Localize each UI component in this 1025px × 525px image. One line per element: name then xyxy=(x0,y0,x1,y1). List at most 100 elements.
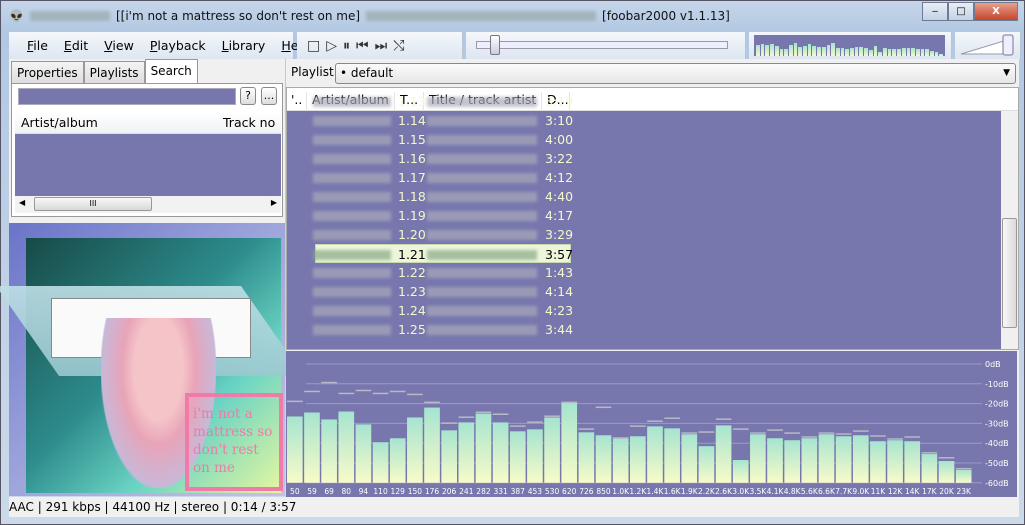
blurred-artist xyxy=(313,306,391,316)
blurred-artist xyxy=(313,173,391,183)
peak-marker xyxy=(338,392,355,395)
mini-spectrum-bar xyxy=(784,48,788,56)
maximize-button[interactable]: □ xyxy=(948,2,974,21)
menu-view[interactable]: View xyxy=(96,38,142,53)
y-tick-label: -60dB xyxy=(985,479,1009,488)
mini-spectrum-bar xyxy=(817,47,821,56)
close-button[interactable]: X xyxy=(974,2,1018,21)
x-tick-label: 12K xyxy=(888,487,904,496)
mini-spectrum-bar xyxy=(845,48,850,56)
column-track-no[interactable]: Track no xyxy=(223,115,275,130)
vertical-scrollbar[interactable] xyxy=(1001,111,1018,349)
app-window: 👽 [[i'm not a mattress so don't rest on … xyxy=(0,0,1025,525)
spectrum-bar xyxy=(407,417,423,483)
next-icon[interactable]: ⏭ xyxy=(375,38,388,54)
random-icon[interactable]: ⤭ xyxy=(393,38,404,54)
seek-bar[interactable] xyxy=(476,41,728,49)
x-tick-label: 11K xyxy=(871,487,887,496)
tab-properties[interactable]: Properties xyxy=(11,61,84,84)
blurred-title xyxy=(427,287,537,297)
blurred-artist xyxy=(313,268,391,278)
scroll-thumb[interactable] xyxy=(1002,218,1017,328)
x-tick-label: 530 xyxy=(545,487,560,496)
playlist-row[interactable]: 1.15 4:00 xyxy=(287,130,1000,149)
playlist-row[interactable]: 1.13 3:19 xyxy=(287,92,1000,111)
scroll-right-icon[interactable]: ▶ xyxy=(271,198,277,207)
x-tick-label: 620 xyxy=(562,487,577,496)
results-list[interactable] xyxy=(15,134,281,196)
menu-edit[interactable]: Edit xyxy=(56,38,96,53)
menu-playback[interactable]: Playback xyxy=(142,38,214,53)
track-number: 1.25 xyxy=(398,322,426,337)
stop-icon[interactable]: □ xyxy=(307,38,320,54)
mini-spectrum-bar xyxy=(840,48,845,56)
scroll-left-icon[interactable]: ◀ xyxy=(19,198,25,207)
previous-icon[interactable]: ⏮ xyxy=(356,38,369,54)
x-tick-label: 1.9K xyxy=(681,487,699,496)
x-tick-label: 726 xyxy=(579,487,594,496)
track-duration: 3:57 xyxy=(545,247,574,262)
track-duration: 4:40 xyxy=(545,189,574,204)
peak-marker xyxy=(818,432,835,434)
y-tick-label: -40dB xyxy=(985,439,1009,448)
playlist-row-playing[interactable]: 1.21 3:57 xyxy=(313,244,574,263)
mini-spectrum-bar xyxy=(812,45,817,56)
peak-marker xyxy=(321,381,337,384)
play-icon[interactable]: ▷ xyxy=(326,38,337,54)
minimize-button[interactable]: ‒ xyxy=(922,2,948,21)
playlist-row[interactable]: 1.22 1:43 xyxy=(287,263,1000,282)
spectrum-bar xyxy=(612,438,629,483)
volume-slider[interactable] xyxy=(955,32,1021,59)
peak-marker xyxy=(664,417,680,419)
track-number: 1.13 xyxy=(398,94,426,109)
playlist-row[interactable]: 1.14 3:10 xyxy=(287,111,1000,130)
spectrum-analyzer: 0dB -10dB -20dB -30dB -40dB -50dB -60dB 50 59 69 8… xyxy=(286,351,1017,497)
results-header: Artist/album Track no xyxy=(15,112,281,134)
volume-handle[interactable] xyxy=(1002,34,1014,56)
playback-controls: □ ▷ ⏸ ⏮ ⏭ ⤭ xyxy=(297,32,463,59)
search-input[interactable] xyxy=(18,88,236,105)
search-help-button[interactable]: ? xyxy=(240,87,256,105)
spectrum-bar xyxy=(664,428,680,483)
spectrum-bar xyxy=(338,411,355,483)
tab-search[interactable]: Search xyxy=(144,59,198,84)
x-tick-label: 850 xyxy=(596,487,611,496)
spectrum-bar xyxy=(938,461,955,483)
menu-library[interactable]: Library xyxy=(214,38,274,53)
search-pane: ? ... Artist/album Track no ◀ III ▶ xyxy=(11,83,283,217)
playlist-row[interactable]: 1.23 4:14 xyxy=(287,282,1000,301)
spectrum-bar xyxy=(870,441,886,483)
menu-file[interactable]: File xyxy=(19,38,56,53)
playlist-label: Playlist: xyxy=(291,65,338,79)
playlist-row[interactable]: 1.16 3:22 xyxy=(287,149,1000,168)
playlist-row[interactable]: 1.19 4:17 xyxy=(287,206,1000,225)
playlist-row[interactable]: 1.20 3:29 xyxy=(287,225,1000,244)
pause-icon[interactable]: ⏸ xyxy=(343,38,350,54)
spectrum-bar xyxy=(647,426,663,483)
playlist-row[interactable]: 1.18 4:40 xyxy=(287,187,1000,206)
blurred-title xyxy=(366,11,597,21)
playlist-row[interactable]: 1.25 3:44 xyxy=(287,320,1000,339)
horizontal-scrollbar[interactable]: ◀ III ▶ xyxy=(15,196,281,213)
spectrum-bar xyxy=(732,460,749,483)
x-tick-label: 150 xyxy=(408,487,423,496)
scroll-thumb[interactable]: III xyxy=(34,197,152,211)
blurred-title xyxy=(427,154,537,164)
blurred-title xyxy=(427,250,537,260)
search-options-button[interactable]: ... xyxy=(261,87,277,105)
x-tick-label: 453 xyxy=(528,487,543,496)
track-duration: 4:12 xyxy=(545,170,574,185)
seek-handle[interactable] xyxy=(490,35,501,55)
playlist-row[interactable]: 1.17 4:12 xyxy=(287,168,1000,187)
peak-marker xyxy=(835,433,852,435)
playlist-dropdown[interactable]: • default ▼ xyxy=(335,63,1016,84)
y-tick-label: -50dB xyxy=(985,459,1009,468)
playlist-row[interactable]: 1.24 4:23 xyxy=(287,301,1000,320)
tab-playlists[interactable]: Playlists xyxy=(83,61,145,84)
column-artist-album[interactable]: Artist/album xyxy=(21,115,98,130)
menu-bar: File Edit View Playback Library Help xyxy=(9,32,310,59)
x-tick-label: 9.0K xyxy=(852,487,870,496)
playlist-selected: • default xyxy=(340,66,394,80)
peak-marker xyxy=(544,415,560,417)
mini-spectrum-bar xyxy=(788,45,793,56)
